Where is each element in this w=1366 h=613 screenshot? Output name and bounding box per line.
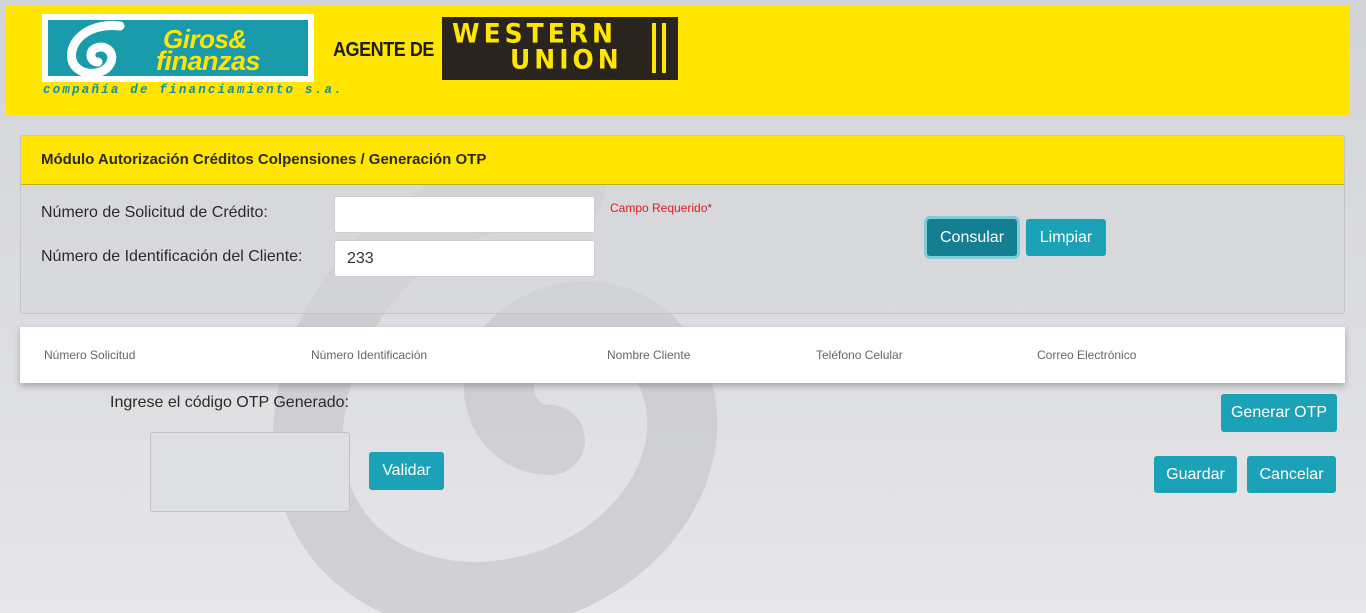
swirl-logo-icon — [67, 21, 125, 78]
limpiar-button[interactable]: Limpiar — [1026, 219, 1106, 256]
required-message: Campo Requerido* — [610, 201, 713, 215]
column-header-nombre[interactable]: Nombre Cliente — [607, 348, 690, 362]
giros-finanzas-logo: Giros& finanzas — [42, 14, 314, 82]
results-table: Número Solicitud Número Identificación N… — [20, 327, 1345, 383]
identificacion-label: Número de Identificación del Cliente: — [41, 248, 303, 265]
column-header-identificacion[interactable]: Número Identificación — [311, 348, 427, 362]
search-panel: Módulo Autorización Créditos Colpensione… — [20, 135, 1345, 314]
column-header-telefono[interactable]: Teléfono Celular — [816, 348, 903, 362]
brand-tagline: compañía de financiamiento s.a. — [43, 83, 344, 97]
identificacion-input[interactable] — [334, 240, 595, 277]
validar-button[interactable]: Validar — [369, 452, 444, 490]
solicitud-input[interactable] — [334, 196, 595, 233]
western-union-bars-icon — [652, 23, 666, 73]
otp-code-input[interactable] — [150, 432, 350, 512]
cancelar-button[interactable]: Cancelar — [1247, 456, 1336, 493]
generar-otp-button[interactable]: Generar OTP — [1221, 394, 1337, 432]
column-header-solicitud[interactable]: Número Solicitud — [44, 348, 135, 362]
otp-label: Ingrese el código OTP Generado: — [110, 394, 349, 411]
agent-text: AGENTE DE — [333, 39, 434, 61]
column-header-correo[interactable]: Correo Electrónico — [1037, 348, 1136, 362]
partner-line2: UNION — [510, 44, 623, 75]
brand-name-line2: finanzas — [156, 46, 261, 76]
consultar-button[interactable]: Consular — [927, 219, 1017, 256]
panel-title: Módulo Autorización Créditos Colpensione… — [21, 136, 1344, 185]
guardar-button[interactable]: Guardar — [1154, 456, 1237, 493]
header-banner: Giros& finanzas compañía de financiamien… — [5, 5, 1350, 115]
solicitud-label: Número de Solicitud de Crédito: — [41, 204, 268, 221]
western-union-logo: WESTERN UNION — [442, 17, 678, 80]
